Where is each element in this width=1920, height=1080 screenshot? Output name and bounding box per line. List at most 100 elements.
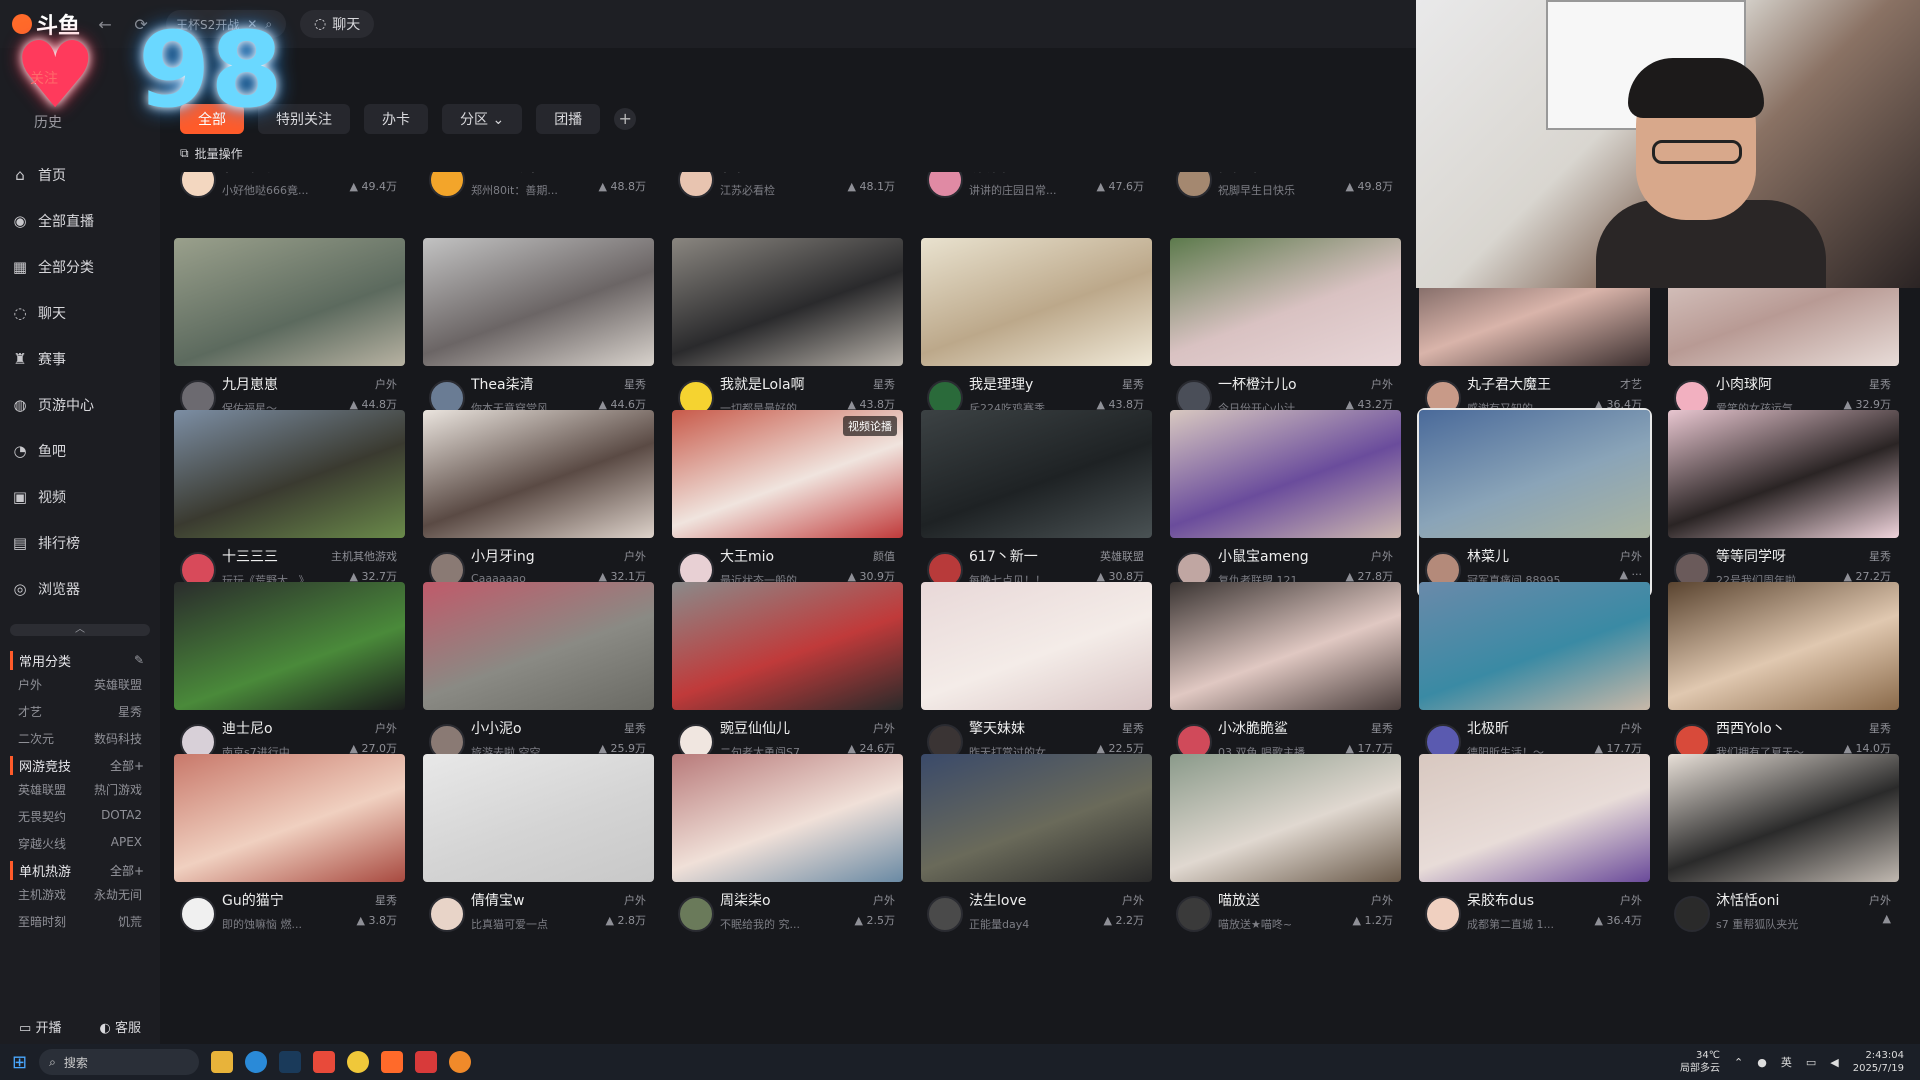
stream-card[interactable]: Thea柒清 你本无意穿堂风... 星秀 ▲ 44.6万 xyxy=(423,238,654,424)
stream-thumbnail[interactable] xyxy=(921,754,1152,882)
filter-pill[interactable]: 分区 ⌄ xyxy=(442,104,523,134)
category-link[interactable]: 至暗时刻 xyxy=(18,913,80,930)
stream-card[interactable]: 北极昕 德阳昕生活！～ 户外 ▲ 17.7万 xyxy=(1419,582,1650,768)
stream-thumbnail[interactable]: 视频论播 xyxy=(672,410,903,538)
stream-card[interactable]: 视频论播 大王mio 最近状态一般的... 颜值 ▲ 30.9万 xyxy=(672,410,903,596)
stream-thumbnail[interactable] xyxy=(921,238,1152,366)
avatar[interactable] xyxy=(927,896,963,932)
streamer-name[interactable]: 讲讲冰 xyxy=(969,172,1089,176)
batch-operation-button[interactable]: ⧉ 批量操作 xyxy=(180,145,243,162)
weather-widget[interactable]: 34℃ 局部多云 xyxy=(1680,1049,1720,1075)
stream-thumbnail[interactable] xyxy=(672,238,903,366)
avatar[interactable] xyxy=(1674,896,1710,932)
avatar[interactable] xyxy=(180,172,216,198)
streamer-name[interactable]: 呆胶布dus xyxy=(1467,890,1587,910)
stream-thumbnail[interactable] xyxy=(423,754,654,882)
chrome-icon[interactable] xyxy=(347,1051,370,1073)
stream-card[interactable]: 倩倩宝w 比真猫可爱一点 户外 ▲ 2.8万 xyxy=(423,754,654,940)
category-link[interactable]: 饥荒 xyxy=(80,913,142,930)
streamer-name[interactable]: 一杯橙汁儿o xyxy=(1218,374,1338,394)
streamer-name[interactable]: 擎天妹妹 xyxy=(969,718,1089,738)
streamer-name[interactable]: 我是理理y xyxy=(969,374,1089,394)
streamer-name[interactable]: 倩倩宝w xyxy=(471,890,591,910)
streamer-name[interactable]: Gu的猫宁 xyxy=(222,890,342,910)
streamer-name[interactable]: 8011电脑网 xyxy=(471,172,591,176)
streamer-name[interactable]: 大王mio xyxy=(720,546,840,566)
category-link[interactable]: 二次元 xyxy=(18,730,80,747)
streamer-name[interactable]: 迪士尼o xyxy=(222,718,342,738)
stream-card[interactable]: Gu的猫宁 即的蚀嘛恼 燃... 星秀 ▲ 3.8万 xyxy=(174,754,405,940)
sidebar-item[interactable]: ◍ 页游中心 xyxy=(0,382,160,428)
clock[interactable]: 2:43:04 2025/7/19 xyxy=(1853,1049,1904,1075)
stream-thumbnail[interactable] xyxy=(1668,582,1899,710)
sidebar-item[interactable]: ▤ 排行榜 xyxy=(0,520,160,566)
sidebar-item[interactable]: ⌂ 首页 xyxy=(0,152,160,198)
streamer-name[interactable]: 小好他哒666 xyxy=(222,172,342,176)
streamer-name[interactable]: 等等同学呀 xyxy=(1716,546,1836,566)
stream-card[interactable]: 小鼠宝ameng 复仇者联盟 121... 户外 ▲ 27.8万 xyxy=(1170,410,1401,596)
stream-card[interactable]: 喵放送 喵放送★喵咚~ 户外 ▲ 1.2万 xyxy=(1170,754,1401,940)
avatar[interactable] xyxy=(927,172,963,198)
streamer-name[interactable]: 小冰脆脆鲨 xyxy=(1218,718,1338,738)
category-link[interactable]: 主机游戏 xyxy=(18,886,80,903)
stream-card[interactable]: 我是理理y 斥224吃鸡赛季... 星秀 ▲ 43.8万 xyxy=(921,238,1152,424)
stream-thumbnail[interactable] xyxy=(1170,410,1401,538)
avatar[interactable] xyxy=(1176,896,1212,932)
sidebar-item[interactable]: ◌ 聊天 xyxy=(0,290,160,336)
stream-thumbnail[interactable] xyxy=(174,238,405,366)
stream-thumbnail[interactable] xyxy=(921,410,1152,538)
chat-button[interactable]: ◌ 聊天 xyxy=(300,10,375,38)
sidebar-item[interactable]: ◎ 浏览器 xyxy=(0,566,160,612)
category-link[interactable]: DOTA2 xyxy=(80,808,142,825)
mic-icon[interactable]: ● xyxy=(1757,1056,1767,1069)
streamer-name[interactable]: 小小泥o xyxy=(471,718,591,738)
stream-card[interactable]: 豌豆仙仙儿 二句老太勇闯S7 户外 ▲ 24.6万 xyxy=(672,582,903,768)
edit-icon[interactable]: ✎ xyxy=(134,653,144,667)
streamer-name[interactable]: 雷雷呀 xyxy=(1218,172,1338,176)
stream-thumbnail[interactable] xyxy=(672,582,903,710)
streamer-name[interactable]: 小肉球阿 xyxy=(1716,374,1836,394)
streamer-name[interactable]: 小月牙ing xyxy=(471,546,591,566)
stream-thumbnail[interactable] xyxy=(1419,410,1650,538)
streamer-name[interactable]: 小鼠宝ameng xyxy=(1218,546,1338,566)
streamer-name[interactable]: 丸子君大魔王 xyxy=(1467,374,1587,394)
stream-card[interactable]: 一杯橙汁儿o 今日份开心小汁 户外 ▲ 43.2万 xyxy=(1170,238,1401,424)
stream-card[interactable]: 西西Yolo丶 我们拥有了夏天～ 星秀 ▲ 14.0万 xyxy=(1668,582,1899,768)
stream-card[interactable]: 林菜儿 冠军真痛间 88995 户外 ▲ ··· xyxy=(1417,408,1652,598)
douyu-app-icon[interactable] xyxy=(381,1051,404,1073)
stream-card[interactable]: 小冰脆脆鲨 03 双色 唱歌主播 星秀 ▲ 17.7万 xyxy=(1170,582,1401,768)
network-icon[interactable]: ▭ xyxy=(1806,1056,1816,1069)
stream-thumbnail[interactable] xyxy=(174,754,405,882)
category-link[interactable]: 永劫无间 xyxy=(80,886,142,903)
stream-card[interactable]: 九月崽崽 保佑福星～ 户外 ▲ 44.8万 xyxy=(174,238,405,424)
stream-thumbnail[interactable] xyxy=(1170,238,1401,366)
windows-start-icon[interactable]: ⊞ xyxy=(12,1052,27,1073)
stream-thumbnail[interactable] xyxy=(423,238,654,366)
wps-icon[interactable] xyxy=(415,1051,438,1073)
avatar[interactable] xyxy=(1176,172,1212,198)
stream-card[interactable]: 小好他哒666 小好他哒666竟... 户外 ▲ 49.4万 xyxy=(174,172,405,206)
stream-card[interactable]: 617丶新一 每晚七点见！！ 英雄联盟 ▲ 30.8万 xyxy=(921,410,1152,596)
stream-card[interactable]: 沐恬恬oni s7 重帮狐队夹光 户外 ▲ xyxy=(1668,754,1899,940)
steam-icon[interactable] xyxy=(279,1051,302,1073)
stream-card[interactable]: 8011电脑网郑州80it：善期... 数码科技 ▲ 48.8万 xyxy=(423,172,654,206)
streamer-name[interactable]: 喵放送 xyxy=(1218,890,1338,910)
stream-card[interactable]: 我就是Lola啊 一切都是最好的... 星秀 ▲ 43.8万 xyxy=(672,238,903,424)
streamer-name[interactable]: 豌豆仙仙儿 xyxy=(720,718,840,738)
stream-card[interactable]: 法生love 正能量day4 户外 ▲ 2.2万 xyxy=(921,754,1152,940)
streamer-name[interactable]: 沐恬恬oni xyxy=(1716,890,1836,910)
stream-thumbnail[interactable] xyxy=(1170,754,1401,882)
stream-card[interactable]: 小子oni 江苏必看检 户外 ▲ 48.1万 xyxy=(672,172,903,206)
start-stream-button[interactable]: ▭ 开播 xyxy=(19,1017,61,1036)
stream-card[interactable]: 呆胶布dus 成都第二直城 1... 户外 ▲ 36.4万 xyxy=(1419,754,1650,940)
streamer-name[interactable]: 617丶新一 xyxy=(969,546,1089,566)
stream-thumbnail[interactable] xyxy=(1668,410,1899,538)
category-link[interactable]: 英雄联盟 xyxy=(18,781,80,798)
app-icon-orange[interactable] xyxy=(449,1051,472,1073)
category-link[interactable]: 星秀 xyxy=(80,703,142,720)
stream-thumbnail[interactable] xyxy=(174,582,405,710)
taskbar-search[interactable]: ⌕ 搜索 xyxy=(39,1049,200,1075)
avatar[interactable] xyxy=(1425,896,1461,932)
back-icon[interactable]: ← xyxy=(94,15,116,34)
volume-icon[interactable]: ◀ xyxy=(1830,1056,1838,1069)
